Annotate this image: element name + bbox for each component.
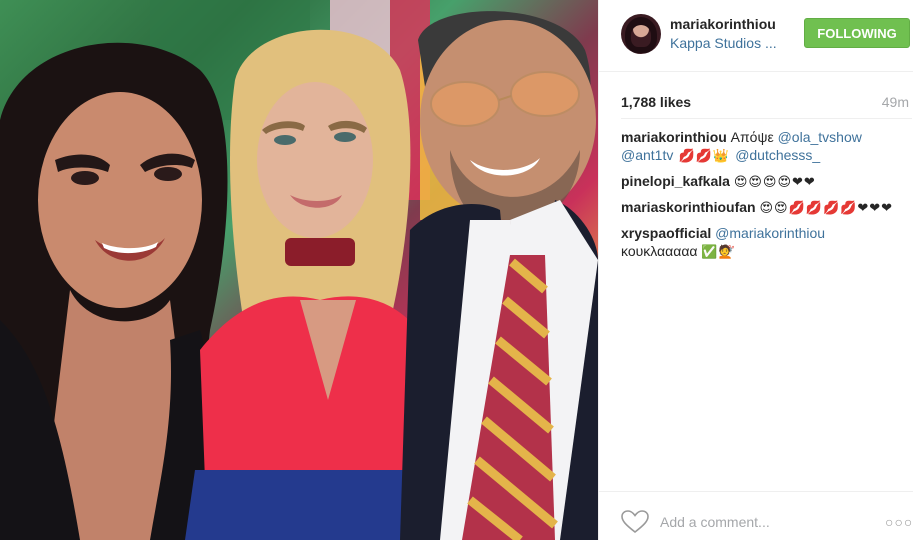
post-age[interactable]: 49m: [882, 94, 909, 110]
emoji-text: 😍😍💋💋💋💋❤❤❤: [759, 201, 894, 216]
location-link[interactable]: Kappa Studios ...: [670, 35, 777, 51]
post-photo[interactable]: [0, 0, 598, 540]
list-item: xryspaofficial @mariakorinthiou κουκλααα…: [621, 224, 906, 262]
heart-icon[interactable]: [621, 510, 649, 534]
likes-count[interactable]: 1,788 likes: [621, 94, 691, 110]
comment-username[interactable]: xryspaofficial: [621, 225, 711, 241]
add-comment-input[interactable]: Add a comment...: [660, 514, 770, 530]
comment-text: κουκλααααα: [621, 243, 698, 259]
post-stats: 1,788 likes 49m: [621, 92, 911, 112]
comments-list: mariakorinthiou Απόψε @ola_tvshow @ant1t…: [621, 128, 906, 268]
caption-text: Απόψε: [726, 129, 778, 145]
comment-username[interactable]: pinelopi_kafkala: [621, 173, 730, 189]
mention-link[interactable]: @ant1tv: [621, 147, 673, 163]
mention-link[interactable]: @ola_tvshow: [778, 129, 862, 145]
selfie-image: [0, 0, 598, 540]
comment-username[interactable]: mariaskorinthioufan: [621, 199, 756, 215]
following-button[interactable]: FOLLOWING: [804, 18, 910, 48]
divider: [621, 118, 912, 119]
list-item: mariaskorinthioufan 😍😍💋💋💋💋❤❤❤: [621, 198, 906, 218]
mention-link[interactable]: @dutchesss_: [735, 147, 820, 163]
post-header: mariakorinthiou Kappa Studios ... FOLLOW…: [599, 0, 913, 72]
caption: mariakorinthiou Απόψε @ola_tvshow @ant1t…: [621, 128, 906, 166]
emoji-text: 😍😍😍😍❤❤: [733, 175, 816, 190]
post-details-panel: mariakorinthiou Kappa Studios ... FOLLOW…: [598, 0, 913, 540]
comment-username[interactable]: mariakorinthiou: [621, 129, 727, 145]
list-item: pinelopi_kafkala 😍😍😍😍❤❤: [621, 172, 906, 192]
mention-link[interactable]: @mariakorinthiou: [715, 225, 825, 241]
author-username[interactable]: mariakorinthiou: [670, 16, 776, 32]
emoji-text: ✅💇: [701, 245, 736, 260]
more-options-icon[interactable]: ○○○: [885, 514, 913, 530]
avatar[interactable]: [621, 14, 661, 54]
emoji-text: 💋💋👑: [673, 149, 736, 164]
comment-bar: Add a comment... ○○○: [599, 491, 913, 540]
